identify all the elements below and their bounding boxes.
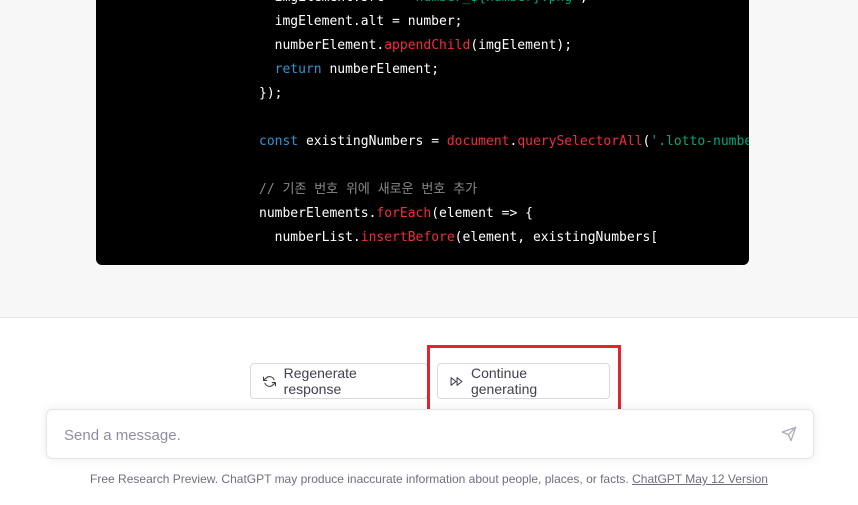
regenerate-response-label: Regenerate response xyxy=(283,365,357,397)
code-line: }); xyxy=(259,82,749,106)
code-line: imgElement.src = `number_${number}.png`; xyxy=(259,0,749,10)
code-token: (element => { xyxy=(431,206,533,221)
code-token: '.lotto-number' xyxy=(650,134,749,149)
code-line: numberElement.appendChild(imgElement); xyxy=(259,34,749,58)
code-token: // 기존 번호 위에 새로운 번호 추가 xyxy=(259,182,478,197)
code-line: numberList.insertBefore(element, existin… xyxy=(259,226,749,250)
code-token: `number_${number}.png` xyxy=(408,0,580,5)
message-input-box[interactable] xyxy=(46,409,814,460)
message-input[interactable] xyxy=(62,410,766,460)
refresh-icon xyxy=(263,374,277,388)
code-token: numberList. xyxy=(259,230,361,245)
code-line: numberElements.forEach(element => { xyxy=(259,202,749,226)
code-token: return xyxy=(274,62,322,77)
code-token: numberElement; xyxy=(321,62,440,77)
composer-area: Regenerate response Continue generating … xyxy=(0,317,858,505)
code-line: // 기존 번호 위에 새로운 번호 추가 xyxy=(259,178,749,202)
footer-disclaimer: Free Research Preview. ChatGPT may produ… xyxy=(0,472,858,486)
code-token: querySelectorAll xyxy=(517,134,643,149)
footer-text: Free Research Preview. ChatGPT may produ… xyxy=(90,472,633,486)
regenerate-response-button[interactable]: Regenerate response xyxy=(250,363,428,399)
code-token: appendChild xyxy=(384,38,471,53)
code-token: }); xyxy=(259,86,283,101)
code-token: document xyxy=(446,134,510,149)
code-token: forEach xyxy=(376,206,432,221)
code-content: imgElement.src = `number_${number}.png`;… xyxy=(259,0,749,250)
code-token: imgElement.alt = number; xyxy=(259,14,463,29)
code-line: const existingNumbers = document.querySe… xyxy=(259,130,749,154)
version-link[interactable]: ChatGPT May 12 Version xyxy=(632,472,768,486)
continue-generating-label: Continue generating xyxy=(470,365,538,397)
code-line: return numberElement; xyxy=(259,58,749,82)
send-icon[interactable] xyxy=(781,426,797,442)
code-token: (element, existingNumbers[ xyxy=(454,230,659,245)
code-token: const xyxy=(259,134,299,149)
code-token: numberElement. xyxy=(259,38,385,53)
code-token: insertBefore xyxy=(360,230,455,245)
code-block: imgElement.src = `number_${number}.png`;… xyxy=(96,0,749,265)
fast-forward-icon xyxy=(450,374,464,388)
code-token: numberElements. xyxy=(259,206,377,221)
code-token: imgElement.src = xyxy=(259,0,408,5)
code-token: existingNumbers = xyxy=(298,134,447,149)
code-line: imgElement.alt = number; xyxy=(259,10,749,34)
continue-generating-button[interactable]: Continue generating xyxy=(437,363,610,399)
code-token: (imgElement); xyxy=(470,38,573,53)
code-token: ; xyxy=(580,0,588,5)
